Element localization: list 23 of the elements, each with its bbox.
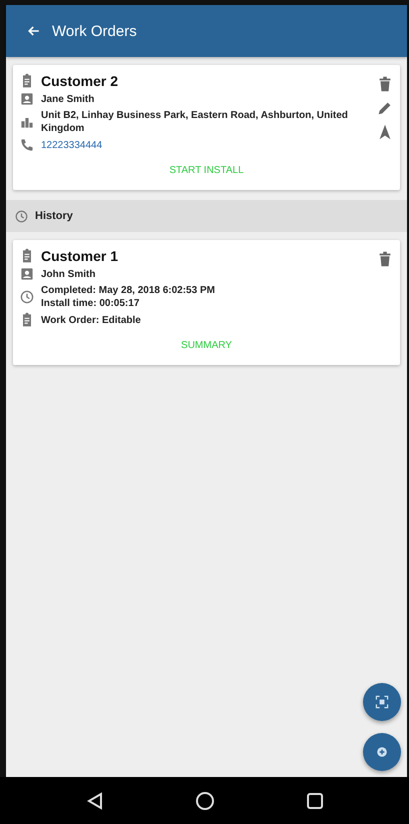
customer-name: Customer 2 [41,73,118,89]
scan-button[interactable] [363,683,401,721]
clock-icon [14,208,29,224]
phone-link[interactable]: 12223334444 [41,138,102,152]
scan-icon [374,694,390,710]
person-icon [19,91,35,107]
add-button[interactable] [363,733,401,771]
home-icon[interactable] [194,790,214,810]
detail-text: Unit B2, Linhay Business Park, Eastern Road, Ashburton, United Kingdom [41,109,349,135]
history-title: History [35,210,73,222]
person-icon [19,266,35,282]
app-bar-title: Work Orders [52,22,137,40]
phone-icon [19,137,35,153]
action-button[interactable]: SUMMARY [175,336,238,355]
action-button[interactable]: START INSTALL [163,161,250,180]
clock-icon [19,289,35,305]
detail-text: Work Order: Editable [41,314,141,326]
detail-text: John Smith [41,268,96,280]
detail-text: Jane Smith [41,92,94,106]
detail-text: Completed: May 28, 2018 6:02:53 PM Install time: 00:05:17 [41,284,215,310]
recents-icon[interactable] [304,790,324,810]
customer-name: Customer 1 [41,248,118,264]
back-icon[interactable] [84,790,104,810]
